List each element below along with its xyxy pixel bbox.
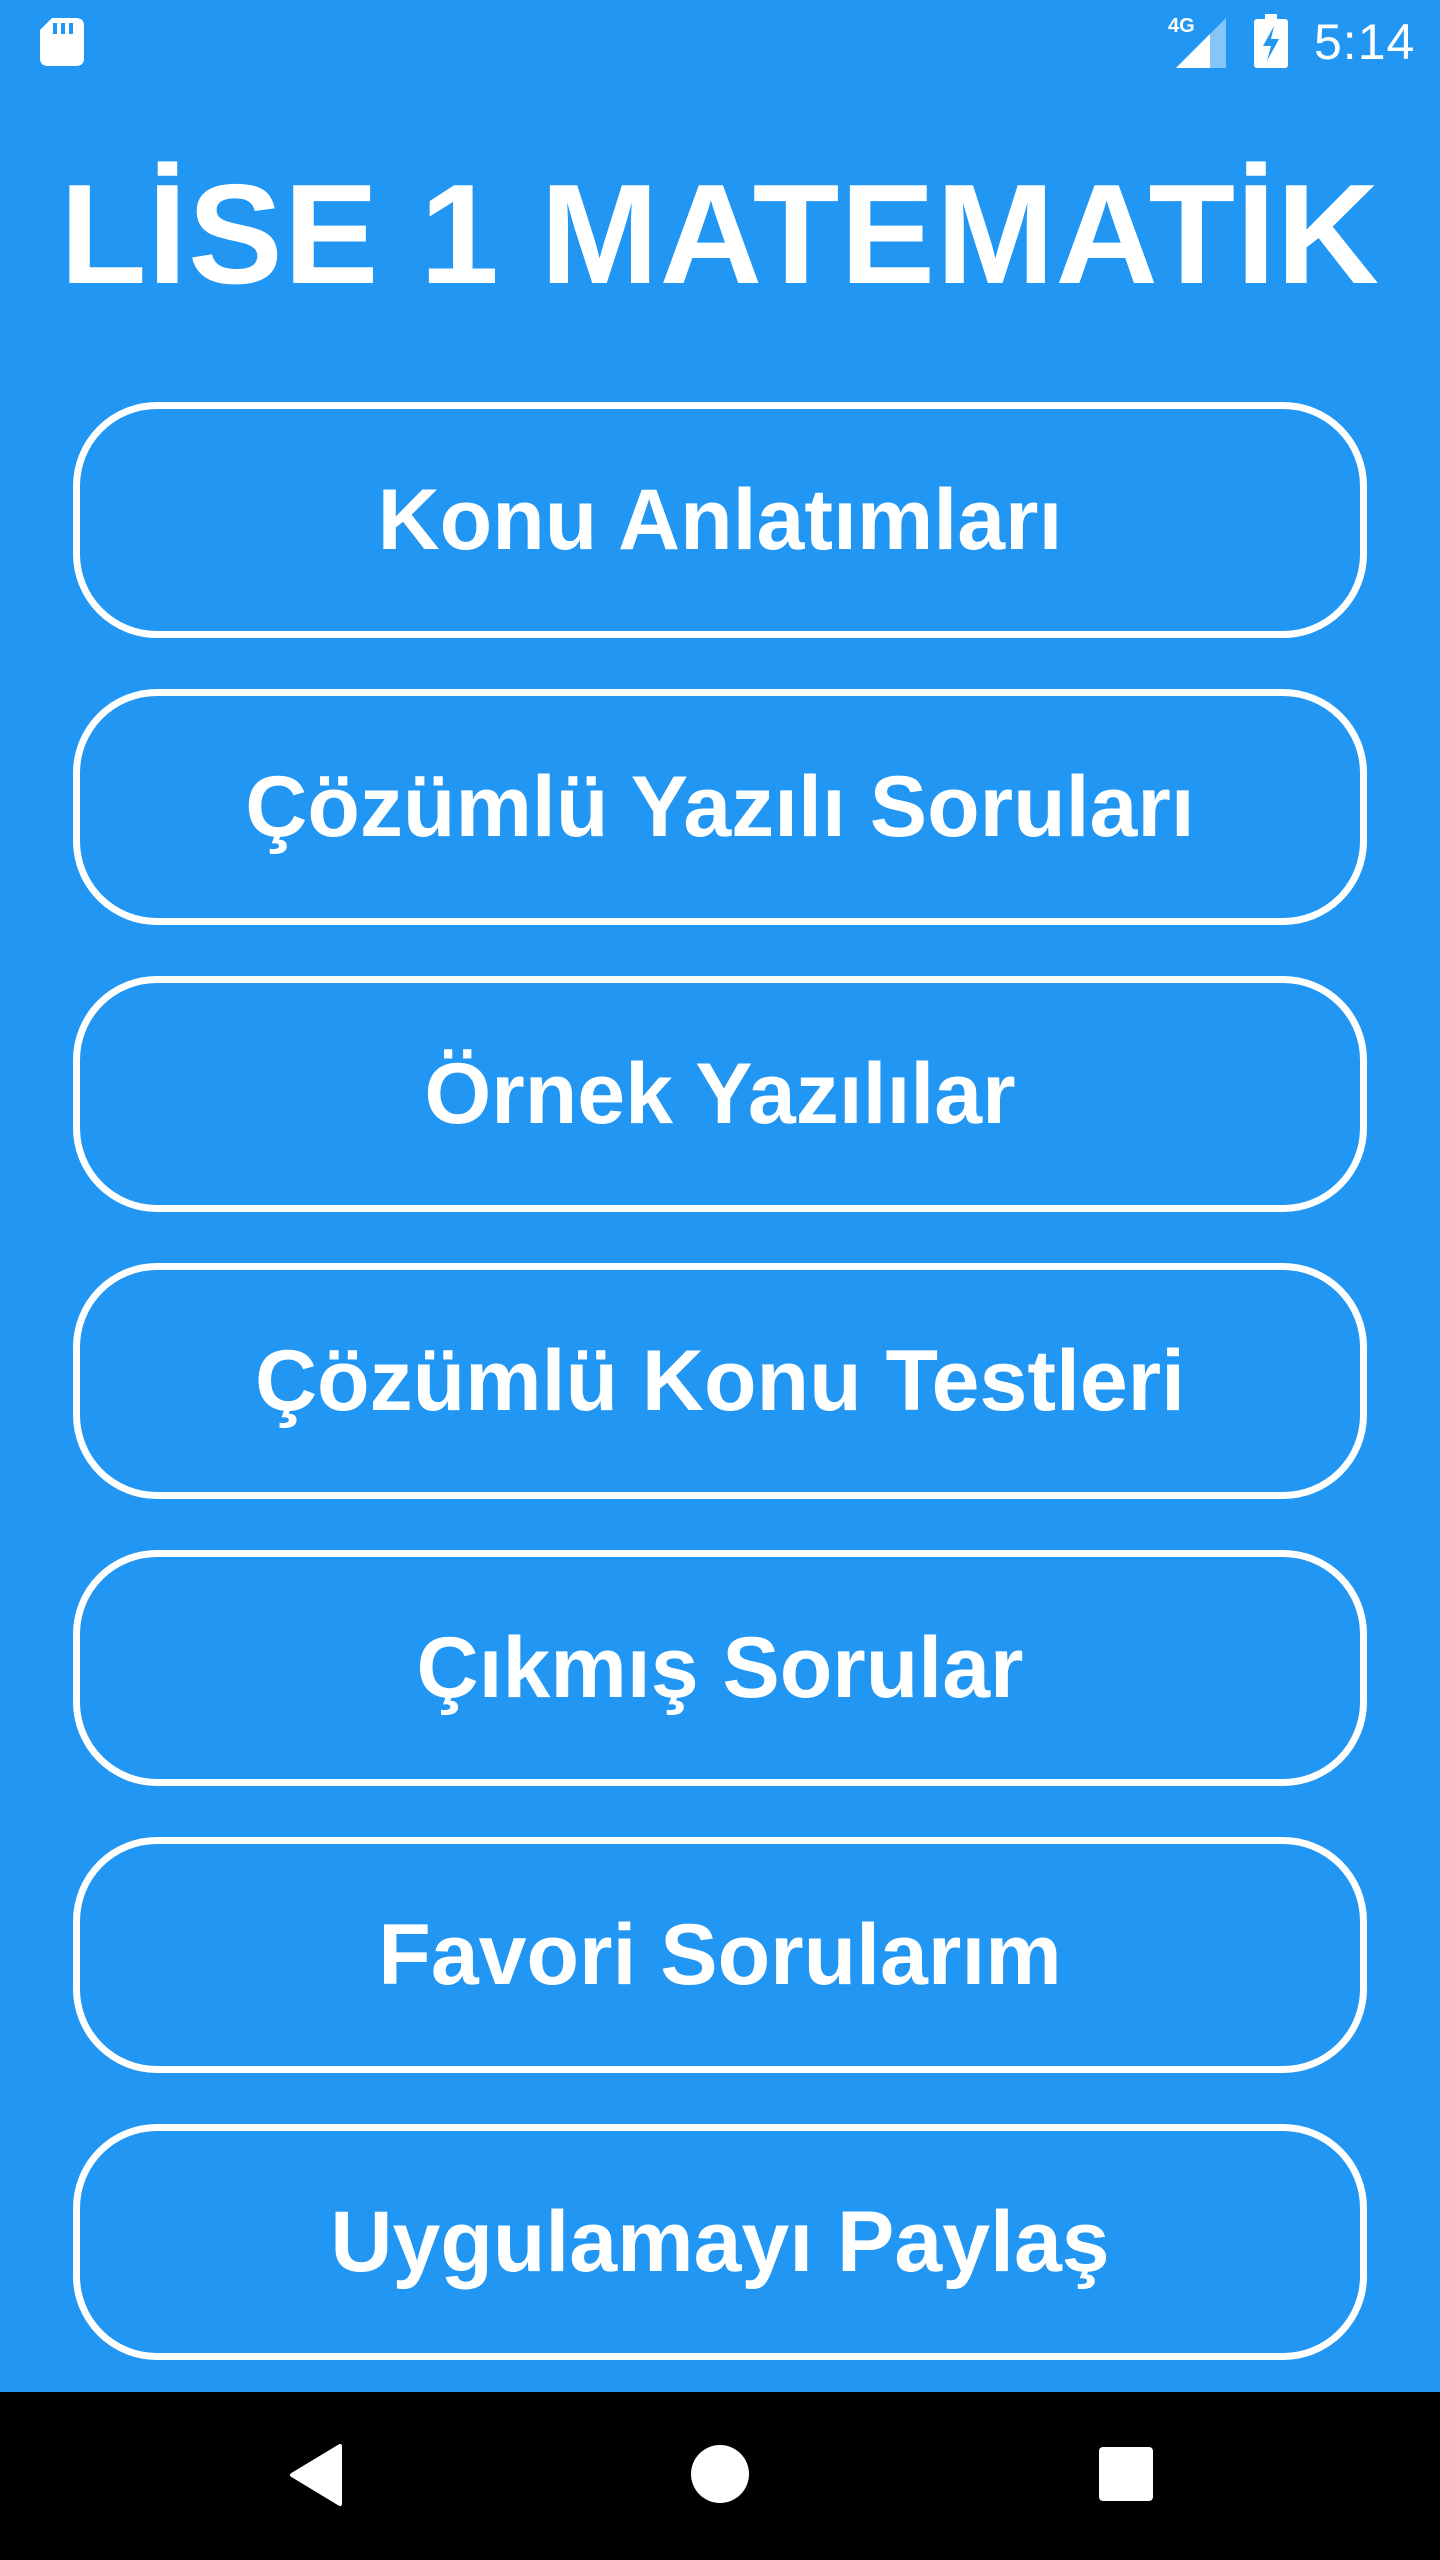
status-bar: 4G 5:14 — [0, 0, 1440, 84]
lessons-button[interactable]: Konu Anlatımları — [73, 402, 1367, 638]
recents-icon[interactable] — [1098, 2446, 1154, 2502]
main-menu: Konu Anlatımları Çözümlü Yazılı Soruları… — [73, 402, 1367, 2411]
past-questions-button[interactable]: Çıkmış Sorular — [73, 1550, 1367, 1786]
signal-4g-icon: 4G — [1168, 15, 1226, 68]
home-icon[interactable] — [690, 2444, 750, 2504]
share-app-button[interactable]: Uygulamayı Paylaş — [73, 2124, 1367, 2360]
network-label: 4G — [1168, 15, 1195, 37]
navigation-bar — [0, 2392, 1440, 2560]
back-icon[interactable] — [288, 2444, 344, 2506]
sd-card-icon — [40, 18, 84, 66]
solved-topic-tests-button[interactable]: Çözümlü Konu Testleri — [73, 1263, 1367, 1499]
battery-charging-icon — [1254, 14, 1288, 68]
solved-exam-questions-button[interactable]: Çözümlü Yazılı Soruları — [73, 689, 1367, 925]
sample-exams-button[interactable]: Örnek Yazılılar — [73, 976, 1367, 1212]
status-clock: 5:14 — [1314, 14, 1416, 70]
favorite-questions-button[interactable]: Favori Sorularım — [73, 1837, 1367, 2073]
page-title: LİSE 1 MATEMATİK — [59, 155, 1381, 314]
